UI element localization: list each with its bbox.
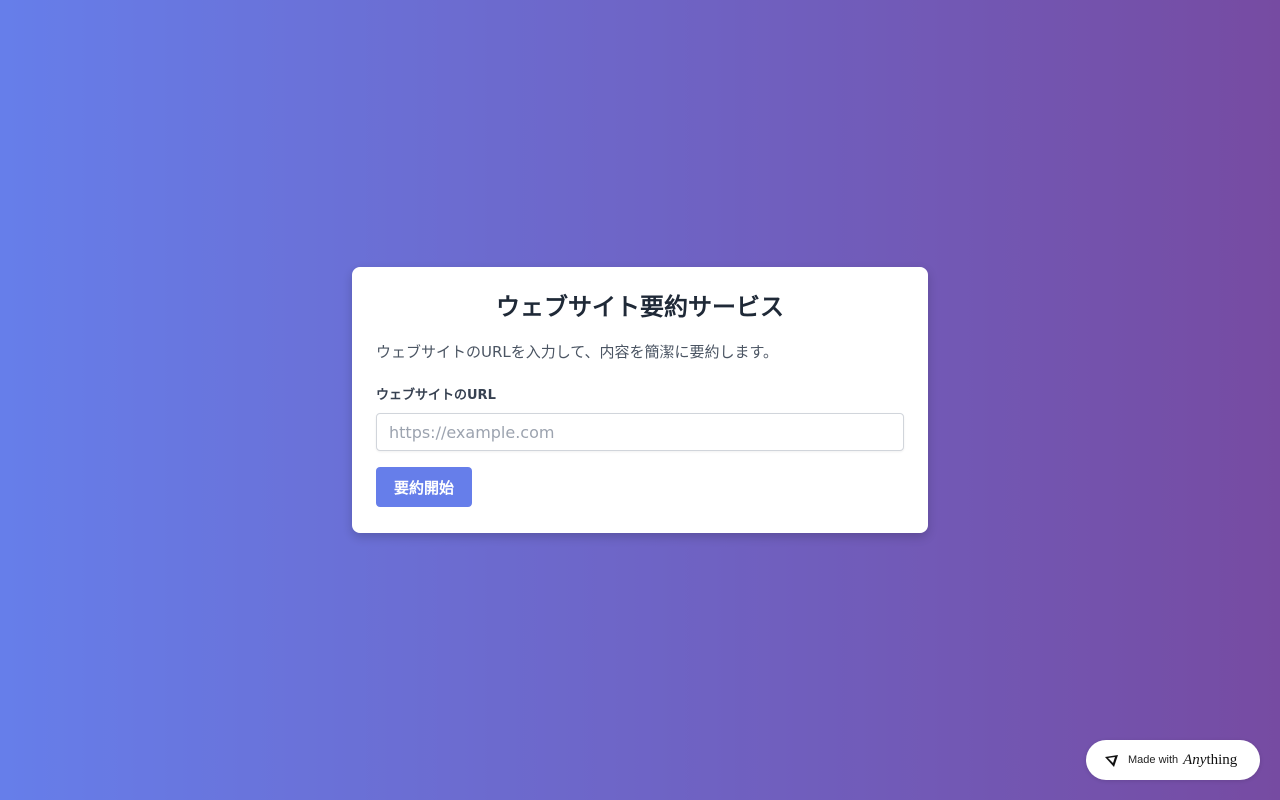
made-with-anything-badge[interactable]: Made with Anything bbox=[1086, 740, 1260, 780]
url-input[interactable] bbox=[376, 413, 904, 451]
start-summary-button[interactable]: 要約開始 bbox=[376, 467, 472, 507]
page-title: ウェブサイト要約サービス bbox=[496, 293, 784, 321]
brand-wordmark-italic: Any bbox=[1183, 751, 1207, 768]
url-field-label: ウェブサイトのURL bbox=[376, 388, 496, 403]
anything-logo-icon bbox=[1104, 753, 1120, 767]
summary-card: ウェブサイト要約サービス ウェブサイトのURLを入力して、内容を簡潔に要約します… bbox=[352, 267, 928, 533]
page-description: ウェブサイトのURLを入力して、内容を簡潔に要約します。 bbox=[376, 343, 779, 361]
made-with-text: Made with bbox=[1128, 754, 1179, 766]
brand-wordmark: Anything bbox=[1183, 752, 1237, 769]
brand-wordmark-rest: thing bbox=[1206, 751, 1238, 768]
